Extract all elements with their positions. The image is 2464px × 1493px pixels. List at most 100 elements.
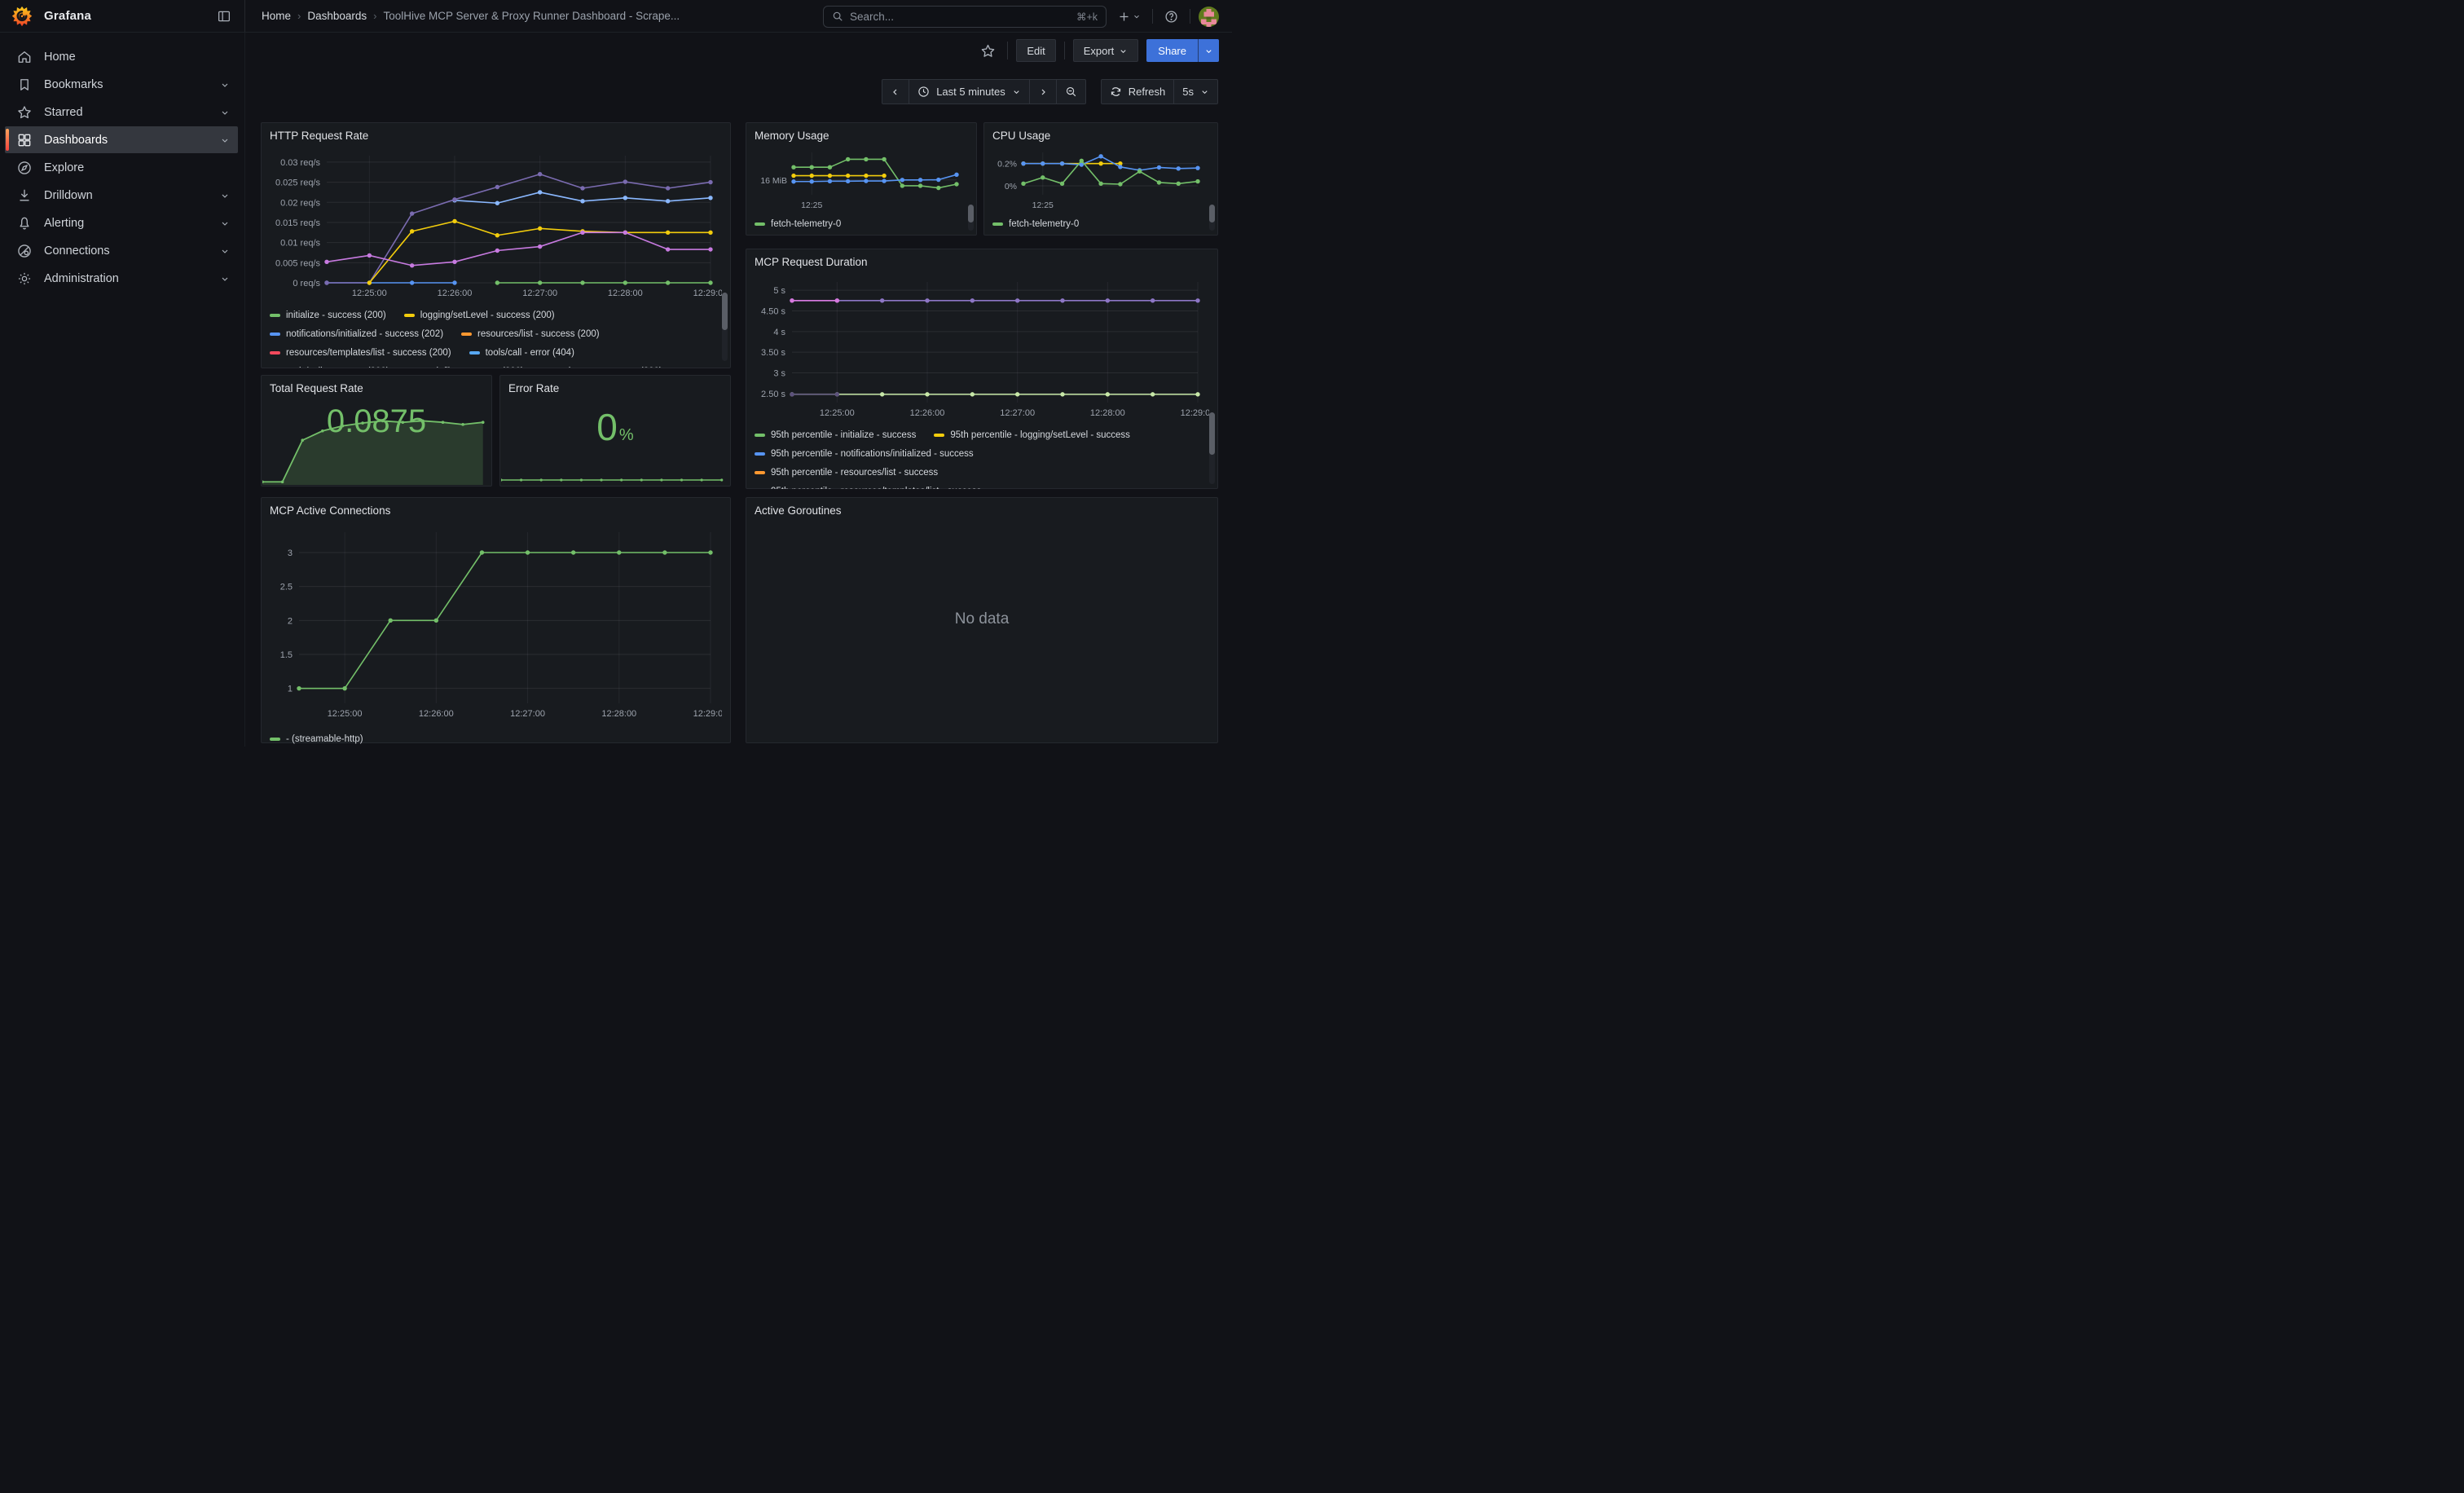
legend-label: tools/call - success (200): [286, 367, 389, 368]
legend-label: 95th percentile - resources/templates/li…: [771, 487, 981, 490]
avatar[interactable]: [1199, 7, 1219, 27]
breadcrumb-separator: ›: [373, 10, 376, 22]
legend-color-chip: [461, 333, 472, 336]
plus-icon: [1118, 11, 1130, 23]
legend-scrollbar[interactable]: [1209, 412, 1215, 455]
legend-scrollbar[interactable]: [968, 205, 974, 222]
panel-title[interactable]: MCP Active Connections: [270, 504, 722, 521]
legend-label: resources/list - success (200): [477, 329, 600, 339]
legend-item[interactable]: tools/call - error (404): [469, 348, 574, 358]
share-options-button[interactable]: [1198, 39, 1219, 62]
sidebar-item-alerting[interactable]: Alerting: [5, 209, 238, 236]
cpu-usage-chart[interactable]: 0.2%0%12:25: [992, 146, 1209, 211]
memory-usage-chart[interactable]: 16 MiB12:25: [755, 146, 968, 211]
legend-label: 95th percentile - logging/setLevel - suc…: [950, 430, 1130, 440]
no-data-message: No data: [746, 610, 1217, 628]
sidebar-item-label: Drilldown: [44, 189, 93, 202]
time-range-picker[interactable]: Last 5 minutes: [909, 80, 1029, 103]
legend-item[interactable]: - (streamable-http): [270, 734, 363, 744]
legend-item[interactable]: tools/call - success (200): [270, 367, 389, 368]
breadcrumb-dashboards[interactable]: Dashboards: [307, 10, 367, 22]
refresh-group: Refresh 5s: [1101, 79, 1218, 104]
refresh-interval-label: 5s: [1182, 86, 1194, 98]
panel-title[interactable]: Memory Usage: [755, 130, 968, 146]
legend-item[interactable]: resources/templates/list - success (200): [270, 348, 451, 358]
edit-button[interactable]: Edit: [1016, 39, 1055, 62]
legend-label: 95th percentile - resources/list - succe…: [771, 468, 938, 478]
legend-color-chip: [755, 452, 765, 456]
svg-text:0.2%: 0.2%: [997, 160, 1017, 170]
time-shift-back-button[interactable]: [882, 80, 909, 103]
share-button[interactable]: Share: [1146, 39, 1219, 62]
legend-scrollbar[interactable]: [1209, 205, 1215, 222]
legend-item[interactable]: fetch-telemetry-0: [755, 219, 841, 229]
legend-item[interactable]: initialize - success (200): [270, 310, 386, 320]
star-button[interactable]: [977, 40, 999, 62]
http-request-rate-legend[interactable]: initialize - success (200) logging/setLev…: [270, 306, 722, 368]
sidebar-item-connections[interactable]: Connections: [5, 237, 238, 264]
legend-item[interactable]: resources/list - success (200): [461, 329, 600, 339]
svg-text:12:27:00: 12:27:00: [510, 709, 545, 719]
http-request-rate-chart[interactable]: 0 req/s0.005 req/s0.01 req/s0.015 req/s0…: [270, 146, 722, 302]
sidebar-item-label: Administration: [44, 272, 119, 285]
top-nav: Grafana Home › Dashboards › ToolHive MCP…: [0, 0, 1232, 33]
export-button[interactable]: Export: [1073, 39, 1139, 62]
breadcrumb-home[interactable]: Home: [262, 10, 291, 22]
starred-icon: [16, 104, 33, 121]
legend-label: - (streamable-http): [286, 734, 363, 744]
cpu-usage-legend[interactable]: fetch-telemetry-0: [992, 214, 1209, 234]
refresh-icon: [1110, 86, 1122, 98]
panel-title[interactable]: Total Request Rate: [262, 376, 491, 392]
sidebar-item-explore[interactable]: Explore: [5, 154, 238, 181]
sidebar-item-drilldown[interactable]: Drilldown: [5, 182, 238, 209]
mcp-active-connections-legend[interactable]: - (streamable-http): [270, 729, 722, 746]
legend-color-chip: [404, 314, 415, 317]
legend-scrollbar[interactable]: [722, 293, 728, 330]
legend-item[interactable]: logging/setLevel - success (200): [404, 310, 555, 320]
zoom-out-button[interactable]: [1056, 80, 1085, 103]
svg-text:12:25:00: 12:25:00: [820, 408, 855, 418]
time-shift-forward-button[interactable]: [1029, 80, 1056, 103]
mcp-active-connections-chart[interactable]: 32.521.5112:25:0012:26:0012:27:0012:28:0…: [270, 521, 722, 726]
mcp-request-duration-legend[interactable]: 95th percentile - initialize - success 95…: [755, 425, 1209, 489]
legend-item[interactable]: fetch-telemetry-0: [992, 219, 1079, 229]
refresh-button[interactable]: Refresh: [1102, 80, 1174, 103]
sidebar-item-administration[interactable]: Administration: [5, 265, 238, 292]
panel-title[interactable]: CPU Usage: [992, 130, 1209, 146]
refresh-interval-dropdown[interactable]: 5s: [1173, 80, 1217, 103]
search-input[interactable]: Search... ⌘+k: [823, 6, 1107, 28]
star-icon: [980, 43, 996, 59]
legend-item[interactable]: tools/list - success (200): [407, 367, 524, 368]
sidebar-item-bookmarks[interactable]: Bookmarks: [5, 71, 238, 98]
sidebar-item-starred[interactable]: Starred: [5, 99, 238, 126]
legend-item[interactable]: unknown - success (200): [542, 367, 662, 368]
legend-label: 95th percentile - notifications/initiali…: [771, 449, 974, 459]
legend-color-chip: [270, 333, 280, 336]
panel-title[interactable]: Error Rate: [500, 376, 730, 392]
legend-item[interactable]: 95th percentile - notifications/initiali…: [755, 449, 974, 459]
svg-text:0.03 req/s: 0.03 req/s: [280, 158, 320, 168]
sidebar-item-home[interactable]: Home: [5, 43, 238, 70]
sidebar-toggle-icon[interactable]: [213, 6, 235, 27]
add-button[interactable]: [1115, 7, 1144, 26]
legend-item[interactable]: 95th percentile - resources/list - succe…: [755, 468, 938, 478]
legend-color-chip: [270, 314, 280, 317]
legend-label: 95th percentile - initialize - success: [771, 430, 916, 440]
panel-title[interactable]: HTTP Request Rate: [270, 130, 722, 146]
legend-item[interactable]: 95th percentile - resources/templates/li…: [755, 487, 981, 490]
grafana-logo-icon[interactable]: [11, 6, 33, 27]
legend-item[interactable]: 95th percentile - initialize - success: [755, 430, 916, 440]
chevron-down-icon: [1119, 46, 1128, 55]
sidebar-item-dashboards[interactable]: Dashboards: [5, 126, 238, 153]
memory-usage-legend[interactable]: fetch-telemetry-0: [755, 214, 968, 234]
legend-item[interactable]: notifications/initialized - success (202…: [270, 329, 443, 339]
chevron-right-icon: [1038, 87, 1048, 97]
panel-title[interactable]: Active Goroutines: [755, 504, 1209, 521]
svg-text:2.5: 2.5: [280, 583, 293, 592]
mcp-request-duration-chart[interactable]: 5 s4.50 s4 s3.50 s3 s2.50 s12:25:0012:26…: [755, 272, 1209, 422]
chevron-down-icon: [220, 135, 230, 145]
legend-item[interactable]: 95th percentile - logging/setLevel - suc…: [934, 430, 1130, 440]
error-rate-sparkline[interactable]: [501, 476, 731, 484]
panel-title[interactable]: MCP Request Duration: [755, 256, 1209, 272]
help-button[interactable]: [1161, 7, 1181, 27]
